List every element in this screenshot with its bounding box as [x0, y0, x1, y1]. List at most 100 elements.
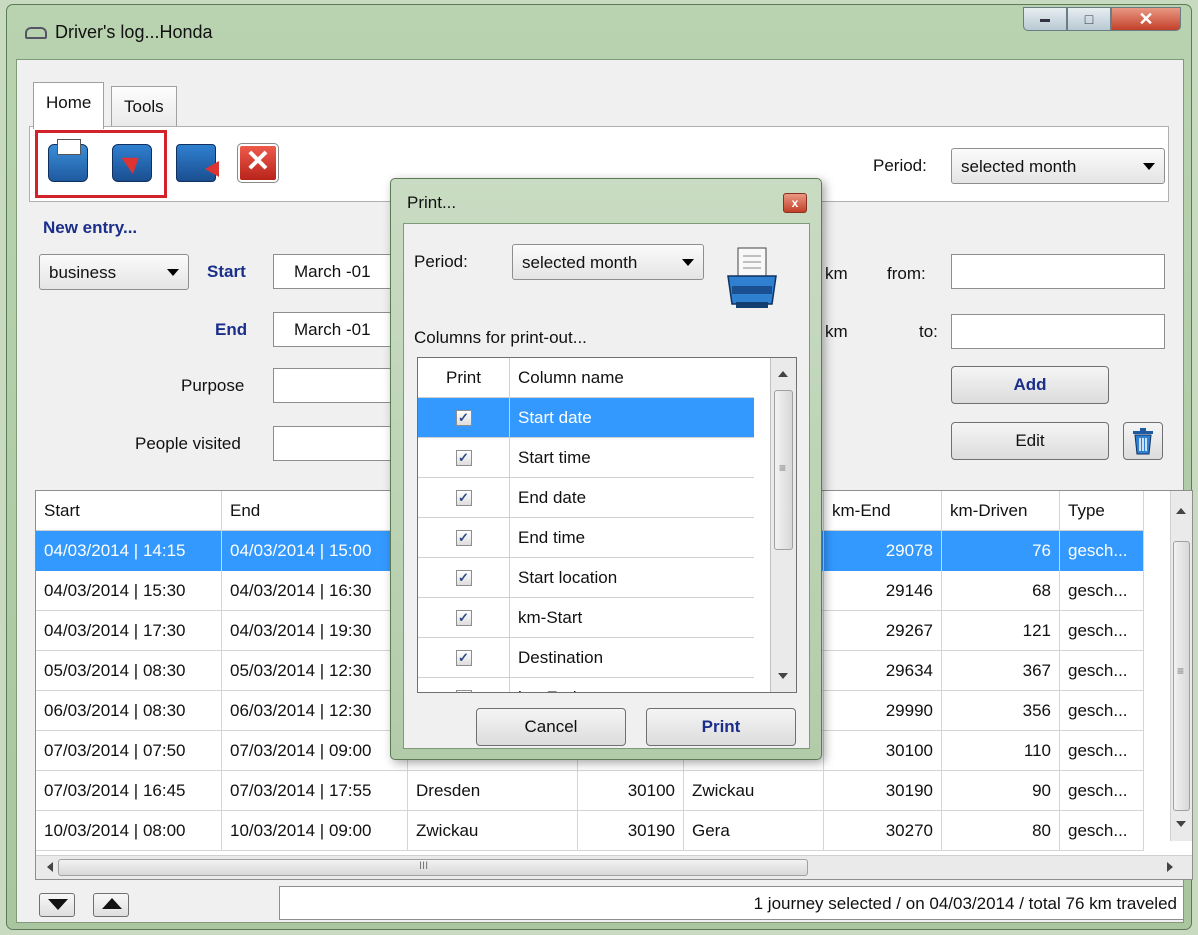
- table-cell: 367: [942, 651, 1060, 691]
- next-entry-button[interactable]: [39, 893, 75, 917]
- print-checkbox[interactable]: ✓: [455, 410, 472, 426]
- purpose-label: Purpose: [181, 376, 245, 395]
- km-from-field[interactable]: [951, 254, 1165, 289]
- column-header[interactable]: km-Driven: [942, 491, 1060, 531]
- end-date-field[interactable]: March -01: [273, 312, 403, 347]
- print-cell: ✓: [418, 678, 510, 692]
- table-cell: gesch...: [1060, 531, 1144, 571]
- vertical-scrollbar[interactable]: ≡: [1170, 491, 1192, 841]
- list-item[interactable]: ✓ Start date: [418, 398, 754, 438]
- period-dropdown[interactable]: selected month: [951, 148, 1165, 184]
- trip-type-value: business: [49, 263, 117, 282]
- chevron-down-icon: [1143, 163, 1155, 176]
- table-cell: 05/03/2014 | 08:30: [36, 651, 222, 691]
- print-button[interactable]: [43, 138, 93, 188]
- table-cell: 30100: [578, 771, 684, 811]
- column-header[interactable]: End: [222, 491, 408, 531]
- scroll-up-icon[interactable]: [778, 366, 788, 377]
- column-header[interactable]: Start: [36, 491, 222, 531]
- column-name: Start location: [518, 568, 618, 587]
- tab-tools[interactable]: Tools: [111, 86, 177, 128]
- table-row[interactable]: 07/03/2014 | 16:45 07/03/2014 | 17:55 Dres…: [36, 771, 1144, 811]
- print-cell: ✓: [418, 478, 510, 518]
- table-cell: 07/03/2014 | 16:45: [36, 771, 222, 811]
- km-to-field[interactable]: [951, 314, 1165, 349]
- cancel-button[interactable]: Cancel: [476, 708, 626, 746]
- title-bar[interactable]: Driver's log...Honda ▬ □ ✕: [7, 5, 1191, 57]
- scroll-right-icon[interactable]: [1167, 862, 1178, 872]
- trip-type-dropdown[interactable]: business: [39, 254, 189, 290]
- close-icon: ✕: [237, 143, 279, 183]
- table-cell: gesch...: [1060, 611, 1144, 651]
- start-date-field[interactable]: March -01: [273, 254, 403, 289]
- print-checkbox[interactable]: ✓: [455, 530, 472, 546]
- scroll-down-icon[interactable]: [1176, 821, 1186, 832]
- print-checkbox[interactable]: ✓: [455, 570, 472, 586]
- scroll-left-icon[interactable]: [42, 862, 53, 872]
- people-visited-field[interactable]: [273, 426, 403, 461]
- list-item[interactable]: ✓ End date: [418, 478, 754, 518]
- table-cell: gesch...: [1060, 691, 1144, 731]
- print-checkbox[interactable]: ✓: [455, 610, 472, 626]
- edit-button[interactable]: Edit: [951, 422, 1109, 460]
- table-cell: gesch...: [1060, 811, 1144, 851]
- table-cell: Dresden: [408, 771, 578, 811]
- purpose-field[interactable]: [273, 368, 403, 403]
- table-row[interactable]: 10/03/2014 | 08:00 10/03/2014 | 09:00 Zwic…: [36, 811, 1144, 851]
- print-checkbox[interactable]: ✓: [455, 650, 472, 666]
- print-cell: ✓: [418, 598, 510, 638]
- table-cell: 04/03/2014 | 16:30: [222, 571, 408, 611]
- previous-entry-button[interactable]: [93, 893, 129, 917]
- export-icon: [112, 144, 152, 182]
- scroll-up-icon[interactable]: [1176, 503, 1186, 514]
- trash-button[interactable]: [1123, 422, 1163, 460]
- minimize-button[interactable]: ▬: [1023, 7, 1067, 31]
- close-button[interactable]: ✕: [1111, 7, 1181, 31]
- scrollbar-thumb[interactable]: ≡: [1173, 541, 1190, 811]
- column-name: km-End: [510, 678, 754, 692]
- dialog-period-dropdown[interactable]: selected month: [512, 244, 704, 280]
- delete-button[interactable]: ✕: [233, 138, 283, 188]
- print-checkbox[interactable]: ✓: [455, 490, 472, 506]
- print-checkbox[interactable]: ✓: [455, 690, 472, 692]
- add-button[interactable]: Add: [951, 366, 1109, 404]
- thumb-grip: III: [419, 860, 429, 872]
- list-scrollbar[interactable]: ≡: [770, 358, 796, 692]
- print-cell: ✓: [418, 398, 510, 438]
- km-label: km: [825, 264, 848, 283]
- list-item[interactable]: ✓ km-End: [418, 678, 754, 692]
- table-cell: 121: [942, 611, 1060, 651]
- print-confirm-button[interactable]: Print: [646, 708, 796, 746]
- window-title: Driver's log...Honda: [55, 22, 213, 42]
- chevron-down-icon: [167, 269, 179, 282]
- list-item[interactable]: ✓ End time: [418, 518, 754, 558]
- dialog-close-button[interactable]: x: [783, 193, 807, 213]
- table-cell: 07/03/2014 | 07:50: [36, 731, 222, 771]
- export-button[interactable]: [107, 138, 157, 188]
- column-name: Start time: [518, 448, 591, 467]
- scrollbar-thumb[interactable]: III: [58, 859, 808, 876]
- period-value: selected month: [961, 157, 1077, 176]
- column-header[interactable]: km-End: [824, 491, 942, 531]
- table-cell: 356: [942, 691, 1060, 731]
- column-name: Destination: [518, 648, 604, 667]
- print-checkbox[interactable]: ✓: [455, 450, 472, 466]
- list-item[interactable]: ✓ Start time: [418, 438, 754, 478]
- table-cell: 110: [942, 731, 1060, 771]
- save-button[interactable]: [171, 138, 221, 188]
- horizontal-scrollbar[interactable]: III: [36, 855, 1192, 879]
- tab-home[interactable]: Home: [33, 82, 105, 129]
- to-label: to:: [919, 322, 938, 341]
- print-columns-list[interactable]: Print Column name ✓ Start date ✓ Start time…: [417, 357, 797, 693]
- maximize-button[interactable]: □: [1067, 7, 1111, 31]
- scroll-down-icon[interactable]: [778, 673, 788, 684]
- print-cell: ✓: [418, 518, 510, 558]
- table-cell: 05/03/2014 | 12:30: [222, 651, 408, 691]
- column-header[interactable]: Type: [1060, 491, 1144, 531]
- list-item[interactable]: ✓ km-Start: [418, 598, 754, 638]
- list-item[interactable]: ✓ Start location: [418, 558, 754, 598]
- scrollbar-thumb[interactable]: ≡: [774, 390, 793, 550]
- list-item[interactable]: ✓ Destination: [418, 638, 754, 678]
- thumb-grip: ≡: [1177, 664, 1185, 678]
- dialog-title: Print...: [407, 193, 457, 212]
